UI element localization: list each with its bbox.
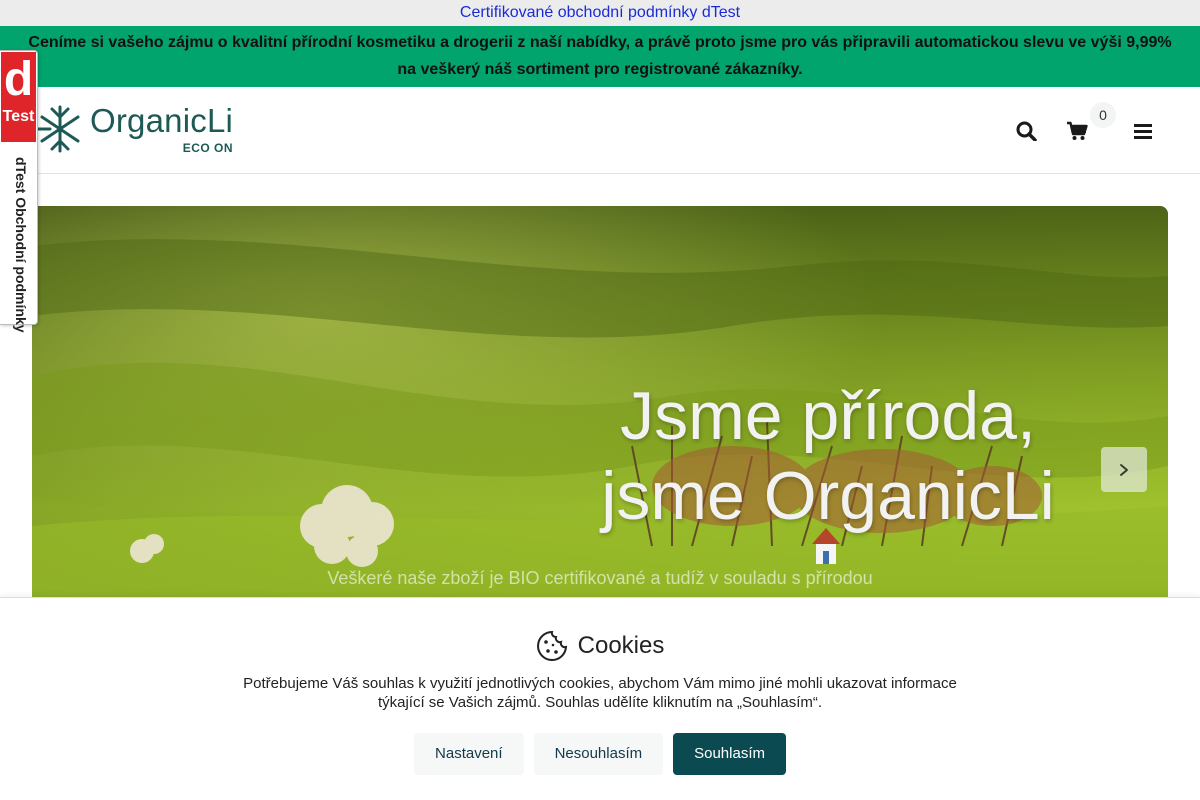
top-bar: Certifikované obchodní podmínky dTest: [0, 0, 1200, 26]
search-icon[interactable]: [1016, 121, 1038, 142]
dtest-vertical-text: dTest Obchodní podmínky: [13, 157, 29, 333]
hero-title-line1: Jsme příroda,: [620, 378, 1036, 454]
cookie-text-line2: týkající se Vašich zájmů. Souhlas udělít…: [377, 694, 823, 711]
hero-title-line2: jsme OrganicLi: [601, 458, 1055, 534]
hero-slider: Jsme příroda, jsme OrganicLi Veškeré naš…: [32, 206, 1168, 626]
site-header: OrganicLi ECO ON 0: [0, 87, 1200, 174]
cookie-icon: [536, 630, 567, 661]
menu-icon[interactable]: [1133, 121, 1155, 141]
organicli-logo[interactable]: OrganicLi ECO ON: [36, 103, 233, 155]
promo-text-line2: na veškerý náš sortiment pro registrovan…: [397, 61, 803, 78]
dtest-terms-link[interactable]: Certifikované obchodní podmínky dTest: [460, 4, 740, 21]
cart-count-badge: 0: [1090, 102, 1116, 128]
chevron-right-icon: [1120, 464, 1128, 477]
leaf-logo-icon: [36, 105, 80, 153]
cookie-title: Cookies: [577, 632, 665, 659]
logo-subtitle: ECO ON: [182, 141, 234, 155]
cookie-text-line1: Potřebujeme Váš souhlas k využití jednot…: [243, 675, 957, 692]
dtest-logo-d: d: [3, 53, 34, 106]
slider-next-button[interactable]: [1101, 447, 1147, 492]
cookie-text: Potřebujeme Váš souhlas k využití jednot…: [240, 674, 960, 712]
cookie-settings-button[interactable]: Nastavení: [414, 733, 524, 775]
promo-text-line1: Ceníme si vašeho zájmu o kvalitní přírod…: [28, 34, 1172, 51]
cookie-accept-button[interactable]: Souhlasím: [673, 733, 786, 775]
logo-name: OrganicLi: [90, 102, 234, 139]
hero-subtitle: Veškeré naše zboží je BIO certifikované …: [327, 568, 873, 588]
promo-banner: Ceníme si vašeho zájmu o kvalitní přírod…: [0, 26, 1200, 87]
cookie-consent-bar: Cookies Potřebujeme Váš souhlas k využit…: [0, 597, 1200, 800]
hero-title: Jsme příroda, jsme OrganicLi: [552, 376, 1104, 536]
dtest-badge[interactable]: d Test dTest Obchodní podmínky: [0, 50, 38, 333]
cookie-decline-button[interactable]: Nesouhlasím: [533, 733, 664, 775]
dtest-logo: d Test: [1, 52, 36, 142]
page: Certifikované obchodní podmínky dTest Ce…: [0, 0, 1200, 800]
cart-icon[interactable]: [1066, 121, 1088, 141]
dtest-logo-test: Test: [2, 108, 35, 125]
